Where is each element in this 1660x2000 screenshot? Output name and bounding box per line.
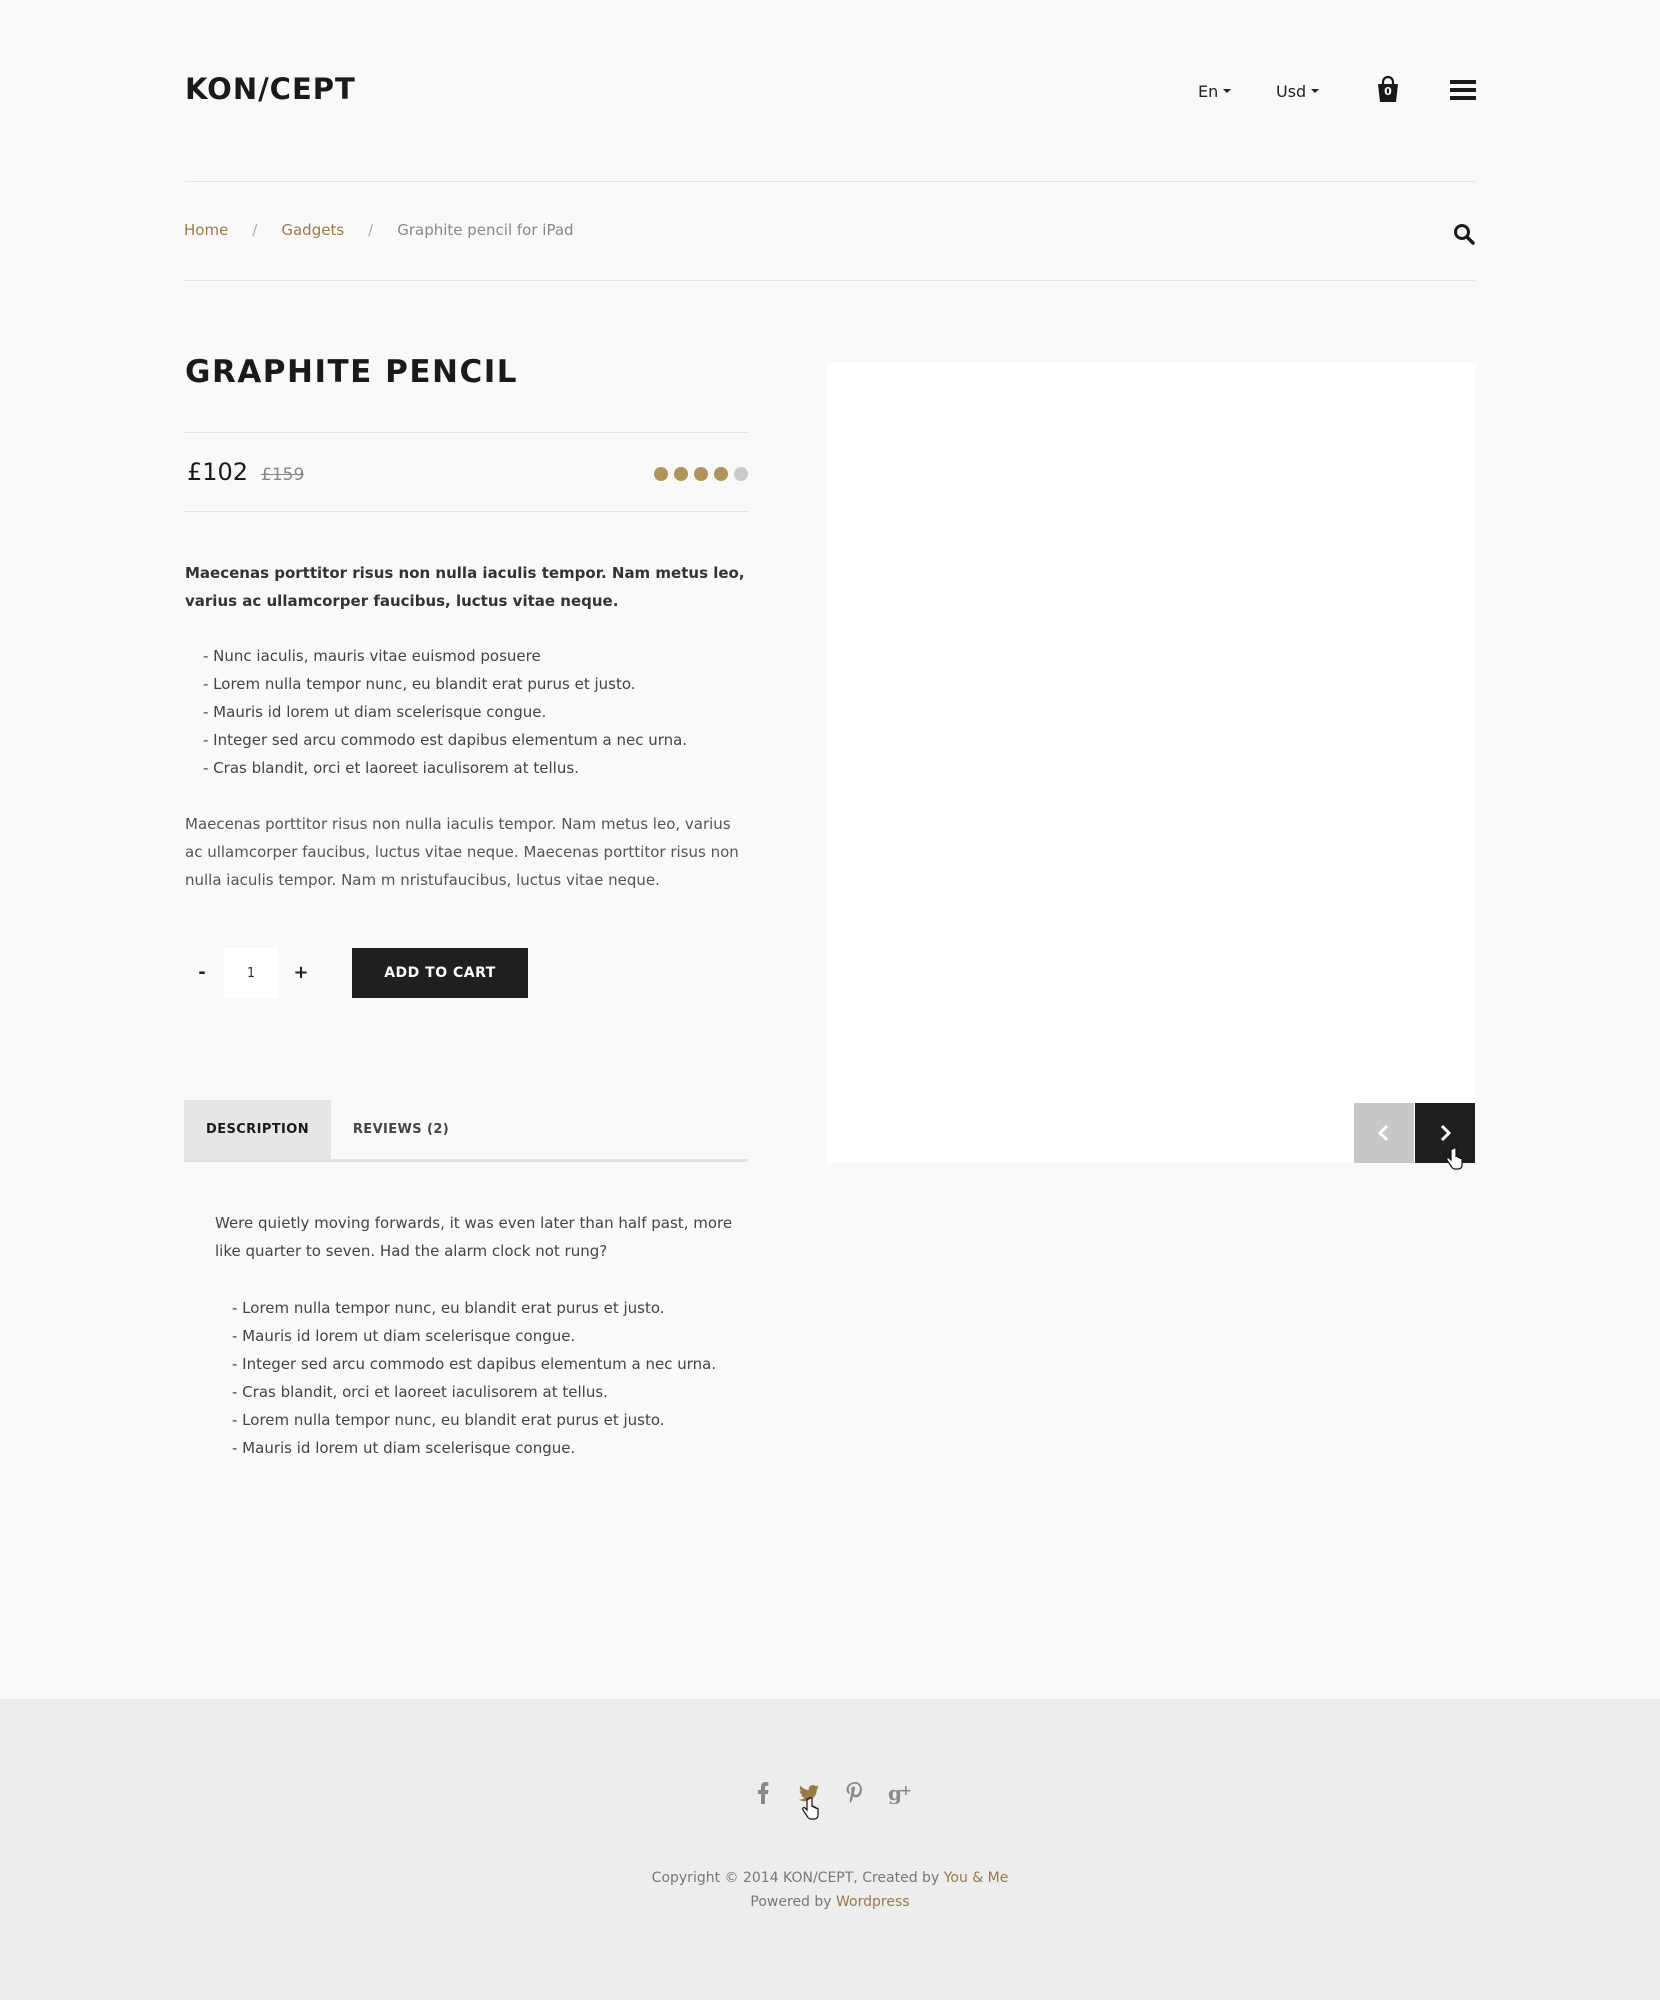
list-item: - Nunc iaculis, mauris vitae euismod pos… <box>203 647 541 665</box>
pinterest-icon[interactable] <box>842 1780 868 1806</box>
product-title: GRAPHITE PENCIL <box>185 354 518 390</box>
breadcrumb-separator: / <box>252 221 258 239</box>
gallery-next-button[interactable] <box>1415 1103 1475 1163</box>
breadcrumb-separator: / <box>368 221 374 239</box>
list-item: - Mauris id lorem ut diam scelerisque co… <box>232 1439 576 1457</box>
rating-dot-empty <box>734 467 748 481</box>
breadcrumb-divider <box>185 280 1475 281</box>
quantity-input[interactable] <box>224 948 278 998</box>
gallery-prev-button[interactable] <box>1354 1103 1414 1163</box>
site-logo[interactable]: KON/CEPT <box>185 72 356 106</box>
language-label: En <box>1198 82 1219 101</box>
rating-dot-filled <box>654 467 668 481</box>
list-item: - Mauris id lorem ut diam scelerisque co… <box>203 703 547 721</box>
hand-cursor-icon <box>1446 1147 1463 1170</box>
google-plus-icon[interactable]: g + <box>888 1780 914 1806</box>
chevron-right-icon <box>1440 1124 1452 1142</box>
list-item: - Cras blandit, orci et laoreet iaculiso… <box>232 1383 608 1401</box>
rating-dot-filled <box>694 467 708 481</box>
cart-button[interactable]: 0 <box>1376 75 1400 103</box>
list-item: - Lorem nulla tempor nunc, eu blandit er… <box>232 1299 665 1317</box>
caret-down-icon <box>1311 88 1320 93</box>
chevron-left-icon <box>1377 1124 1389 1142</box>
svg-text:+: + <box>900 1783 912 1799</box>
tab-description-intro: Were quietly moving forwards, it was eve… <box>215 1214 733 1260</box>
header-divider <box>185 181 1475 182</box>
site-header: KON/CEPT En Usd 0 <box>185 70 1476 114</box>
facebook-icon[interactable] <box>750 1780 776 1806</box>
copyright-text: Copyright © 2014 KON/CEPT, Created by <box>651 1870 940 1886</box>
product-old-price: £159 <box>261 465 305 485</box>
rating-dot-filled <box>714 467 728 481</box>
product-tabs: DESCRIPTION REVIEWS (2) <box>184 1100 748 1162</box>
site-footer <box>0 1699 1660 2000</box>
footer-copyright: Copyright © 2014 KON/CEPT, Created by Yo… <box>0 1866 1660 1914</box>
price-row: £102 £159 <box>185 432 748 512</box>
breadcrumb-current: Graphite pencil for iPad <box>397 221 574 239</box>
social-links: g + <box>750 1780 914 1806</box>
product-lead-text: Maecenas porttitor risus non nulla iacul… <box>185 564 745 610</box>
wordpress-link[interactable]: Wordpress <box>836 1894 910 1910</box>
tab-description[interactable]: DESCRIPTION <box>184 1100 331 1159</box>
search-icon <box>1454 224 1475 245</box>
add-to-cart-button[interactable]: ADD TO CART <box>352 948 528 998</box>
cart-count: 0 <box>1384 85 1392 98</box>
list-item: - Cras blandit, orci et laoreet iaculiso… <box>203 759 579 777</box>
list-item: - Integer sed arcu commodo est dapibus e… <box>232 1355 717 1373</box>
currency-selector[interactable]: Usd <box>1276 82 1320 101</box>
hand-cursor-icon <box>802 1797 819 1820</box>
quantity-increase-button[interactable]: + <box>289 958 313 988</box>
tab-reviews[interactable]: REVIEWS (2) <box>331 1100 471 1159</box>
list-item: - Lorem nulla tempor nunc, eu blandit er… <box>232 1411 665 1429</box>
breadcrumb-gadgets[interactable]: Gadgets <box>281 221 344 239</box>
rating-dot-filled <box>674 467 688 481</box>
list-item: - Mauris id lorem ut diam scelerisque co… <box>232 1327 576 1345</box>
caret-down-icon <box>1223 88 1232 93</box>
quantity-decrease-button[interactable]: - <box>190 958 214 988</box>
currency-label: Usd <box>1276 82 1307 101</box>
list-item: - Integer sed arcu commodo est dapibus e… <box>203 731 688 749</box>
tab-description-list: - Lorem nulla tempor nunc, eu blandit er… <box>232 1294 716 1462</box>
product-rating <box>654 467 748 481</box>
hamburger-menu-icon[interactable] <box>1450 80 1476 102</box>
breadcrumb-home[interactable]: Home <box>184 221 228 239</box>
breadcrumb: Home / Gadgets / Graphite pencil for iPad <box>184 221 574 239</box>
powered-line: Powered by Wordpress <box>0 1890 1660 1914</box>
language-selector[interactable]: En <box>1198 82 1232 101</box>
powered-text: Powered by <box>750 1894 832 1910</box>
product-feature-list: - Nunc iaculis, mauris vitae euismod pos… <box>203 642 763 782</box>
product-description: Maecenas porttitor risus non nulla iacul… <box>185 815 739 889</box>
search-button[interactable] <box>1453 223 1475 245</box>
product-price: £102 <box>187 458 249 486</box>
copyright-line: Copyright © 2014 KON/CEPT, Created by Yo… <box>0 1866 1660 1890</box>
product-image <box>827 363 1475 1163</box>
list-item: - Lorem nulla tempor nunc, eu blandit er… <box>203 675 636 693</box>
creator-link[interactable]: You & Me <box>944 1870 1009 1886</box>
